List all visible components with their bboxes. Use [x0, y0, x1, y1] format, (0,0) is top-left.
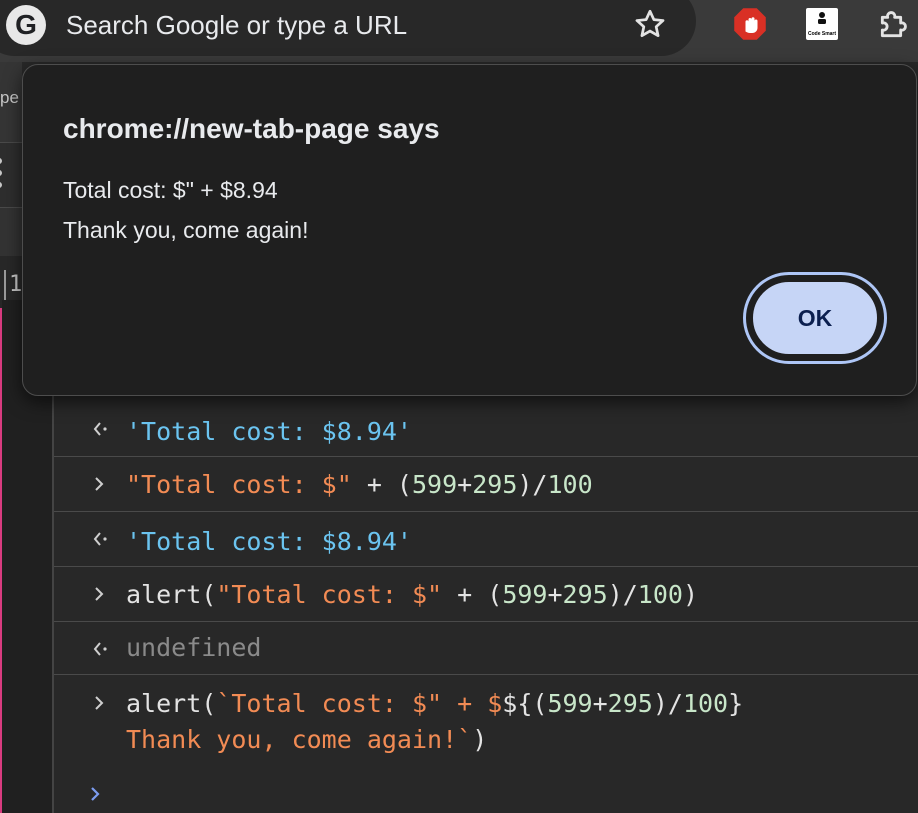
console-undefined-text: undefined — [126, 633, 262, 662]
console-input-text: alert(`Total cost: $" + $${(599+295)/100… — [126, 689, 744, 718]
input-chevron-icon — [95, 587, 104, 601]
console-row-result: 'Total cost: $8.94' — [54, 402, 918, 457]
result-arrow-icon — [93, 422, 107, 436]
console-result-text: 'Total cost: $8.94' — [126, 527, 412, 556]
dialog-message-line-1: Total cost: $" + $8.94 — [63, 177, 278, 203]
console-row-input: alert("Total cost: $" + (599+295)/100) — [54, 567, 918, 622]
left-line-number: 1 — [4, 270, 22, 300]
console-row-input: alert(`Total cost: $" + $${(599+295)/100… — [54, 676, 918, 766]
code-smart-label: Code Smart — [807, 31, 837, 37]
omnibox-placeholder[interactable]: Search Google or type a URL — [66, 8, 407, 42]
alert-dialog: chrome://new-tab-page says Total cost: $… — [22, 64, 917, 396]
input-chevron-icon — [95, 696, 104, 710]
console-input-text: alert("Total cost: $" + (599+295)/100) — [126, 580, 699, 609]
console-row-input: "Total cost: $" + (599+295)/100 — [54, 457, 918, 512]
dialog-message-line-2: Thank you, come again! — [63, 217, 309, 243]
omnibox[interactable]: G Search Google or type a URL — [0, 0, 696, 56]
left-tab-text: pe — [0, 88, 19, 107]
star-icon[interactable] — [632, 6, 668, 42]
code-smart-logo-icon — [818, 12, 826, 24]
left-panel-fragment — [0, 207, 22, 256]
console-prompt-icon[interactable] — [86, 784, 106, 804]
console-row-result: undefined — [54, 622, 918, 675]
screen: G Search Google or type a URL Code Smart… — [0, 0, 918, 813]
input-chevron-icon — [95, 477, 104, 491]
kebab-menu-icon[interactable] — [0, 156, 4, 190]
ok-button[interactable]: OK — [749, 278, 881, 358]
code-smart-extension-icon[interactable]: Code Smart — [806, 8, 838, 40]
dialog-title: chrome://new-tab-page says — [63, 113, 440, 144]
google-g-icon: G — [6, 5, 46, 45]
extensions-puzzle-icon[interactable] — [874, 4, 914, 44]
result-arrow-icon — [93, 532, 107, 546]
browser-toolbar: G Search Google or type a URL Code Smart — [0, 0, 918, 62]
console-input-text: "Total cost: $" + (599+295)/100 — [126, 470, 593, 499]
console-input-text-line2: Thank you, come again!`) — [126, 725, 488, 754]
pink-edge-strip — [0, 308, 2, 813]
console-result-text: 'Total cost: $8.94' — [126, 417, 412, 446]
devtools-console: 'Total cost: $8.94' "Total cost: $" + (5… — [54, 380, 918, 813]
adblock-hand-icon[interactable] — [732, 6, 768, 42]
console-row-result: 'Total cost: $8.94' — [54, 512, 918, 567]
result-arrow-icon — [93, 642, 107, 656]
